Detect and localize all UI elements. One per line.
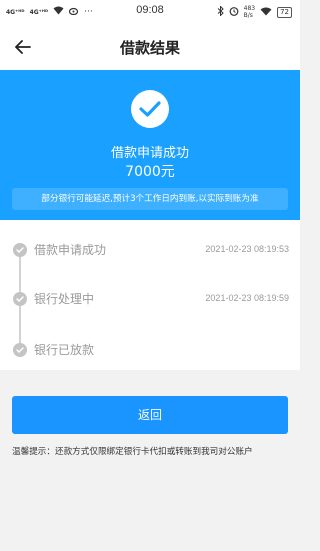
timeline-step: 银行已放款 xyxy=(0,338,300,362)
battery-icon: 72 xyxy=(277,6,292,18)
wifi-icon xyxy=(260,7,272,18)
bluetooth-icon xyxy=(217,5,224,18)
timeline-step: 银行处理中 2021-02-23 08:19:59 xyxy=(0,287,300,311)
timeline-step-label: 银行已放款 xyxy=(34,343,95,357)
page-title: 借款结果 xyxy=(119,39,180,57)
alarm-icon xyxy=(229,6,239,18)
timeline-step-time: 2021-02-23 08:19:53 xyxy=(205,244,289,254)
status-right-group: 483 B/s 72 xyxy=(217,5,292,19)
net-speed: 483 B/s xyxy=(243,5,256,19)
return-button[interactable]: 返回 xyxy=(12,396,288,434)
result-panel: 借款申请成功 7000元 部分银行可能延迟,预计3个工作日内到账,以实际到账为准 xyxy=(0,70,300,220)
loan-amount: 7000元 xyxy=(125,164,175,180)
timeline-step-label: 借款申请成功 xyxy=(34,243,107,257)
repayment-tip: 温馨提示：还款方式仅限绑定银行卡代扣或转账到我司对公账户 xyxy=(12,447,253,457)
status-bar: 4G⁺ᴴᴰ 4G⁺ᴴᴰ ··· 09:08 483 B/s 72 xyxy=(0,0,300,24)
timeline-step-label: 银行处理中 xyxy=(34,292,95,306)
nav-bar: 借款结果 xyxy=(0,24,300,70)
check-icon xyxy=(13,243,27,257)
timeline-step-time: 2021-02-23 08:19:59 xyxy=(205,293,289,303)
success-check-icon xyxy=(131,90,169,128)
result-status: 借款申请成功 xyxy=(110,146,189,161)
progress-timeline: 借款申请成功 2021-02-23 08:19:53 银行处理中 2021-02… xyxy=(0,220,300,370)
check-icon xyxy=(13,292,27,306)
check-icon xyxy=(13,343,27,357)
arrival-notice: 部分银行可能延迟,预计3个工作日内到账,以实际到账为准 xyxy=(12,188,288,210)
timeline-step: 借款申请成功 2021-02-23 08:19:53 xyxy=(0,238,300,262)
